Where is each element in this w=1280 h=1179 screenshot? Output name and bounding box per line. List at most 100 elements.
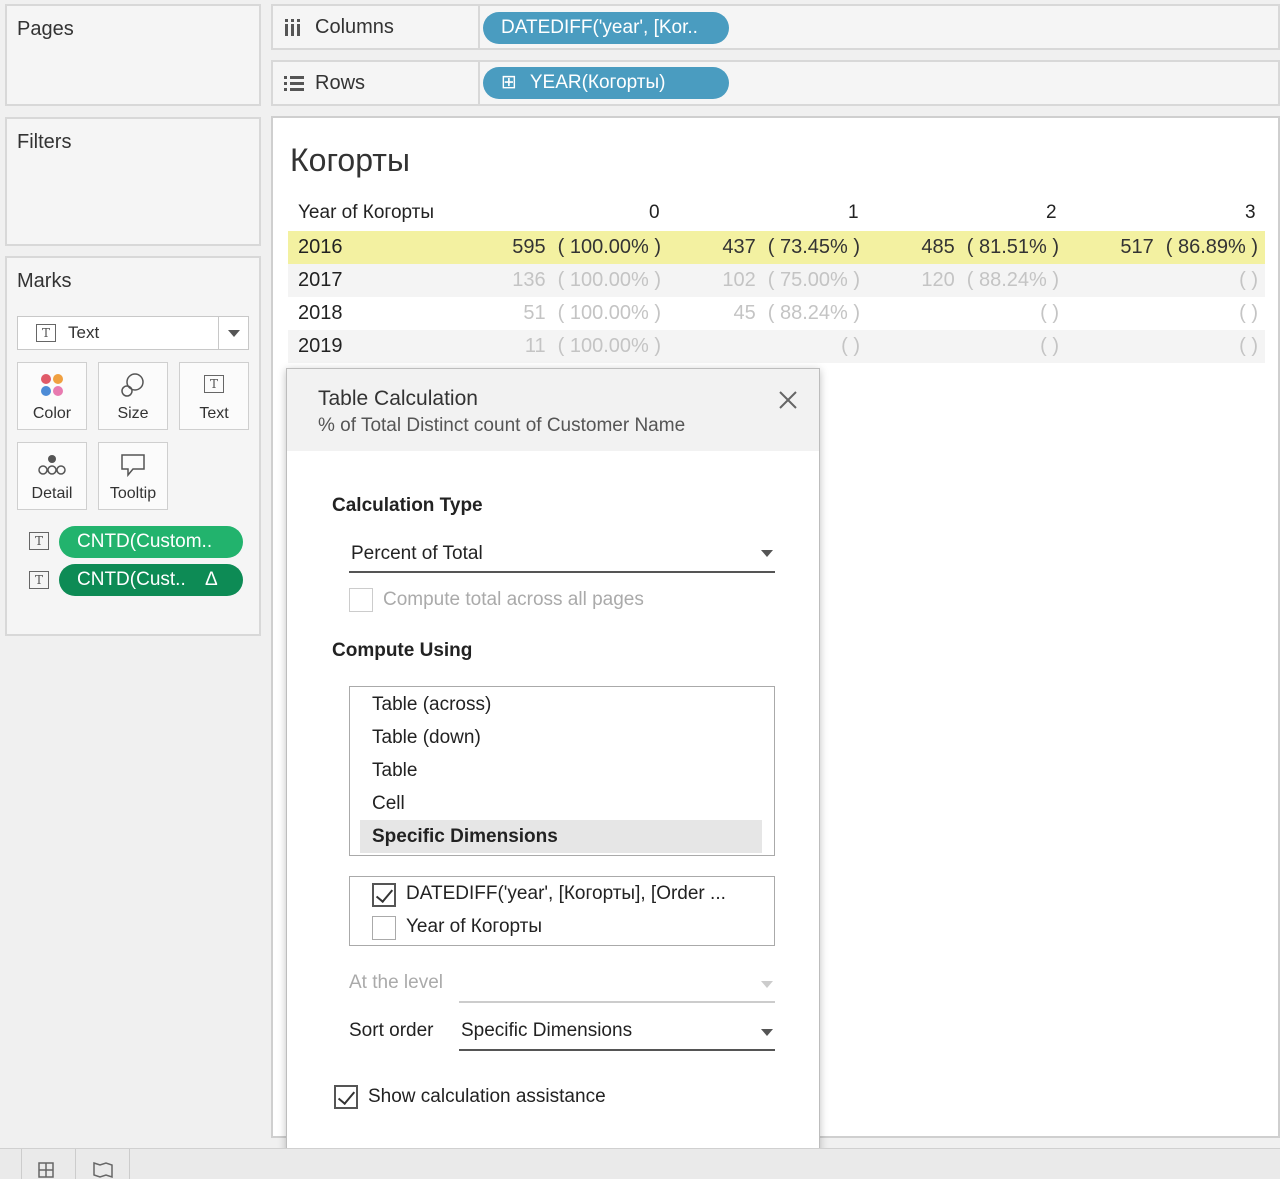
cell-percent: ( 100.00% )	[557, 302, 661, 324]
text-field-icon: T	[29, 571, 49, 589]
table-cell[interactable]: ( )	[829, 335, 860, 358]
table-cell[interactable]: 595 ( 100.00% )	[512, 236, 661, 259]
table-cell[interactable]: 437 ( 73.45% )	[722, 236, 860, 259]
cell-percent: ( 75.00% )	[767, 269, 860, 291]
compute-using-list[interactable]: Table (across) Table (down) Table Cell S…	[349, 686, 775, 856]
expand-icon[interactable]: ⊞	[501, 72, 517, 93]
detail-button[interactable]: Detail	[17, 442, 87, 510]
tooltip-label: Tooltip	[109, 485, 157, 502]
chevron-down-icon	[761, 1029, 773, 1036]
row-year-label: 2016	[298, 236, 343, 258]
year-label: Year of Когорты	[406, 916, 543, 937]
at-level-dropdown[interactable]	[459, 969, 775, 1003]
pages-card[interactable]: Pages	[5, 4, 261, 106]
cell-count: 45	[733, 302, 756, 324]
cell-count: 102	[722, 269, 756, 291]
calc-type-dropdown[interactable]: Percent of Total	[349, 537, 775, 573]
cell-count: 136	[512, 269, 546, 291]
tooltip-button[interactable]: Tooltip	[98, 442, 168, 510]
cell-percent: ( 73.45% )	[767, 236, 860, 258]
list-item[interactable]: Table (across)	[360, 688, 762, 721]
dialog-title: Table Calculation	[318, 387, 478, 410]
show-assist-label: Show calculation assistance	[368, 1086, 606, 1107]
size-icon	[121, 373, 144, 397]
new-worksheet-tab[interactable]	[22, 1149, 76, 1179]
table-cell[interactable]: 517 ( 86.89% )	[1120, 236, 1258, 259]
size-label: Size	[117, 405, 149, 422]
table-calculation-dialog: Table Calculation % of Total Distinct co…	[286, 368, 820, 1166]
table-cell[interactable]: 51 ( 100.00% )	[523, 302, 661, 325]
list-item[interactable]: Cell	[360, 787, 762, 820]
dropdown-underline	[459, 1001, 775, 1003]
table-cell[interactable]: ( )	[1028, 335, 1059, 358]
compute-using-heading: Compute Using	[332, 640, 473, 661]
columns-pill[interactable]: DATEDIFF('year', [Kor..	[483, 12, 729, 44]
cell-percent: ( 100.00% )	[557, 236, 661, 258]
text-field-icon: T	[29, 532, 49, 550]
show-assist-checkbox[interactable]	[334, 1085, 358, 1109]
rows-shelf[interactable]: Rows ⊞ YEAR(Когорты)	[271, 60, 1280, 106]
new-story-icon	[93, 1161, 113, 1179]
table-row[interactable]: 2018 51 ( 100.00% ) 45 ( 88.24% ) ( ) ( )	[288, 297, 1265, 330]
table-row[interactable]: 2019 11 ( 100.00% ) ( ) ( ) ( )	[288, 330, 1265, 363]
table-cell[interactable]: 102 ( 75.00% )	[722, 269, 860, 292]
table-cell[interactable]: 136 ( 100.00% )	[512, 269, 661, 292]
color-button[interactable]: Color	[17, 362, 87, 430]
list-item[interactable]: Table (down)	[360, 721, 762, 754]
chevron-down-icon	[228, 330, 240, 337]
calc-type-value: Percent of Total	[351, 543, 483, 564]
rows-icon	[284, 76, 304, 91]
table-cell[interactable]: ( )	[1227, 302, 1258, 325]
table-cell[interactable]: ( )	[1227, 269, 1258, 292]
at-level-label: At the level	[349, 972, 443, 993]
row-header: Year of Когорты	[298, 202, 435, 223]
table-cell[interactable]: 11 ( 100.00% )	[525, 335, 661, 358]
columns-shelf[interactable]: Columns DATEDIFF('year', [Kor..	[271, 4, 1280, 50]
datediff-checkbox[interactable]	[372, 883, 396, 907]
sort-order-value: Specific Dimensions	[461, 1020, 633, 1041]
rows-pill[interactable]: ⊞ YEAR(Когорты)	[483, 67, 729, 99]
cell-count: 11	[524, 335, 546, 357]
compute-total-checkbox[interactable]	[349, 588, 373, 612]
col-header-1: 1	[848, 202, 859, 223]
rows-label: Rows	[315, 72, 366, 94]
row-year-label: 2019	[298, 335, 343, 357]
sort-order-dropdown[interactable]: Specific Dimensions	[459, 1017, 775, 1051]
new-dashboard-tab[interactable]	[76, 1149, 130, 1179]
table-row[interactable]: 2016 595 ( 100.00% ) 437 ( 73.45% ) 485 ( 81.5…	[288, 231, 1265, 264]
col-header-2: 2	[1046, 202, 1057, 223]
col-header-0: 0	[649, 202, 660, 223]
filters-card[interactable]: Filters	[5, 117, 261, 246]
table-cell[interactable]: ( )	[1028, 302, 1059, 325]
cell-percent: ( 86.89% )	[1165, 236, 1258, 258]
cell-percent: ( )	[1040, 302, 1059, 324]
table-cell[interactable]: ( )	[1227, 335, 1258, 358]
cntd-customer-calc-pill[interactable]: CNTD(Cust.. Δ	[59, 564, 243, 596]
color-label: Color	[32, 405, 72, 422]
cntd-customer-calc-label: CNTD(Cust..	[77, 569, 186, 590]
sheet-tab-bar	[0, 1148, 1280, 1179]
list-item-selected[interactable]: Specific Dimensions	[360, 820, 762, 853]
datasource-tab[interactable]	[0, 1149, 22, 1179]
dropdown-underline	[349, 571, 775, 573]
detail-label: Detail	[31, 485, 73, 502]
table-cell[interactable]: 485 ( 81.51% )	[921, 236, 1059, 259]
list-item[interactable]: Table	[360, 754, 762, 787]
close-icon[interactable]	[777, 389, 799, 411]
dropdown-divider	[218, 317, 219, 349]
cntd-customer-pill[interactable]: CNTD(Custom..	[59, 526, 243, 558]
dimensions-list: DATEDIFF('year', [Когорты], [Order ... Y…	[349, 876, 775, 946]
year-checkbox[interactable]	[372, 916, 396, 940]
text-mark-icon: T	[36, 324, 56, 342]
size-button[interactable]: Size	[98, 362, 168, 430]
table-cell[interactable]: 120 ( 88.24% )	[921, 269, 1059, 292]
cell-count: 595	[512, 236, 546, 258]
mark-type-dropdown[interactable]: T Text	[17, 316, 249, 350]
table-cell[interactable]: 45 ( 88.24% )	[733, 302, 860, 325]
cell-percent: ( 100.00% )	[557, 269, 661, 291]
table-row[interactable]: 2017 136 ( 100.00% ) 102 ( 75.00% ) 120 ( 88.2…	[288, 264, 1265, 297]
text-button[interactable]: T Text	[179, 362, 249, 430]
marks-title: Marks	[17, 270, 72, 292]
cell-count: 437	[722, 236, 756, 258]
cell-percent: ( )	[841, 335, 860, 357]
